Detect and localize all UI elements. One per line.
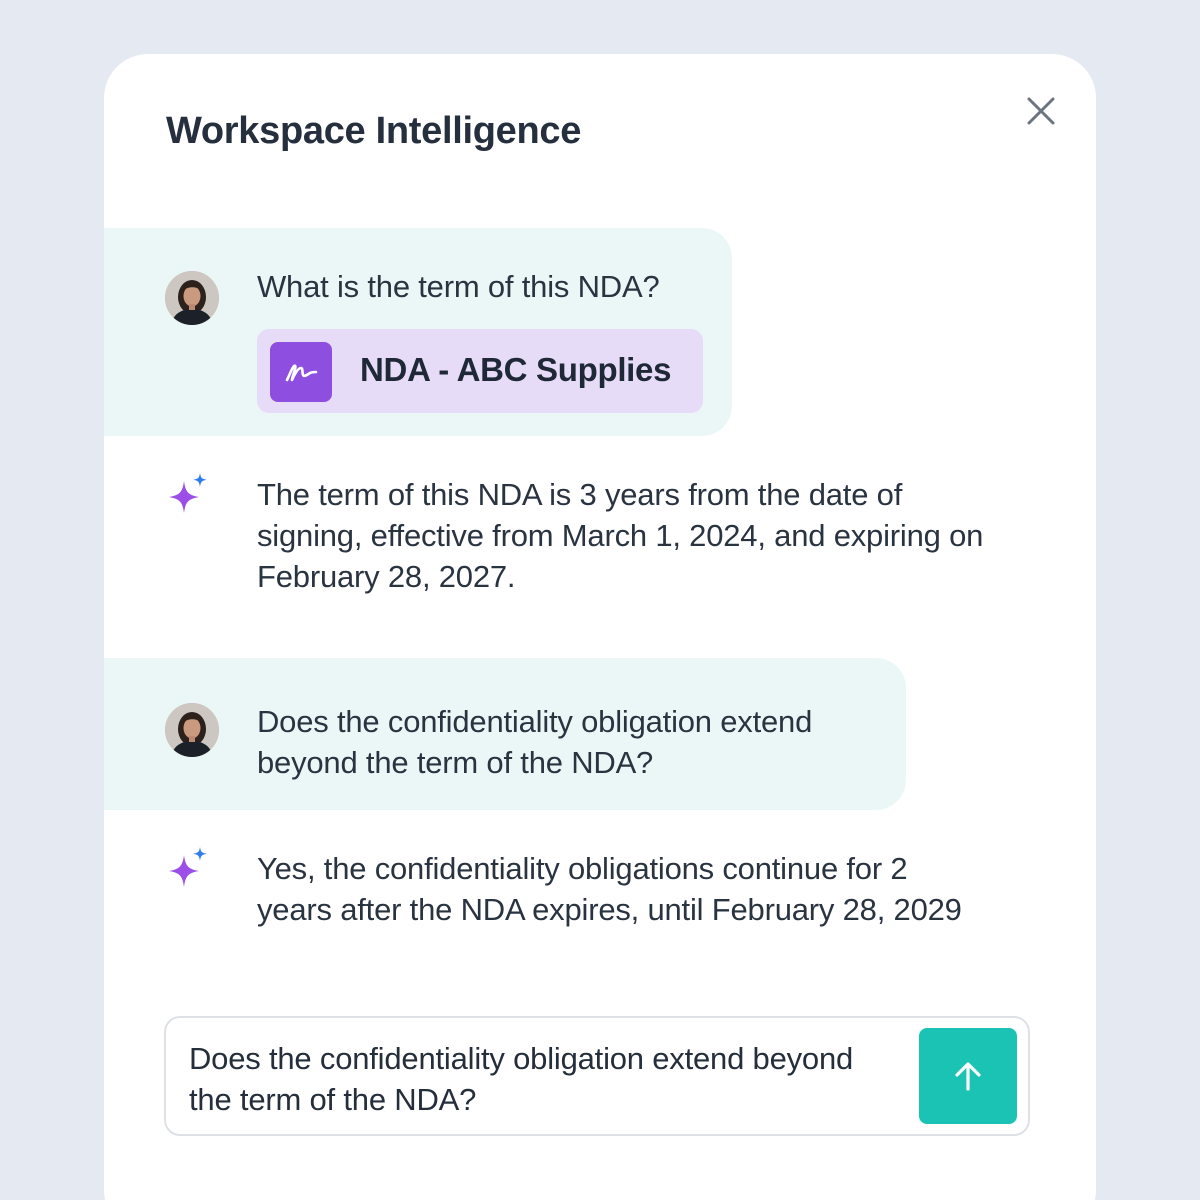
attachment-label: NDA - ABC Supplies bbox=[360, 351, 672, 388]
avatar-image bbox=[165, 271, 219, 325]
message-composer: Does the confidentiality obligation exte… bbox=[164, 1016, 1030, 1136]
message-input[interactable]: Does the confidentiality obligation exte… bbox=[189, 1038, 889, 1120]
sparkle-icon bbox=[162, 472, 214, 524]
arrow-up-icon bbox=[955, 1062, 981, 1091]
user-message-text: Does the confidentiality obligation exte… bbox=[257, 704, 813, 780]
close-button[interactable] bbox=[1020, 90, 1062, 132]
user-message-text: What is the term of this NDA? bbox=[257, 269, 660, 304]
user-avatar bbox=[165, 271, 219, 325]
assistant-panel: Workspace Intelligence What is the term … bbox=[104, 54, 1096, 1200]
attachment-chip[interactable]: NDA - ABC Supplies bbox=[257, 329, 703, 413]
avatar-image bbox=[165, 703, 219, 757]
send-button[interactable] bbox=[919, 1028, 1017, 1124]
panel-title: Workspace Intelligence bbox=[166, 110, 582, 152]
user-avatar bbox=[165, 703, 219, 757]
sparkle-icon bbox=[162, 846, 214, 898]
user-message: What is the term of this NDA? NDA - ABC … bbox=[104, 228, 732, 436]
signature-icon bbox=[270, 342, 332, 402]
user-message: Does the confidentiality obligation exte… bbox=[104, 658, 906, 810]
assistant-message-text: Yes, the confidentiality obligations con… bbox=[257, 851, 962, 927]
close-icon bbox=[1027, 97, 1055, 125]
assistant-message-text: The term of this NDA is 3 years from the… bbox=[257, 477, 984, 594]
